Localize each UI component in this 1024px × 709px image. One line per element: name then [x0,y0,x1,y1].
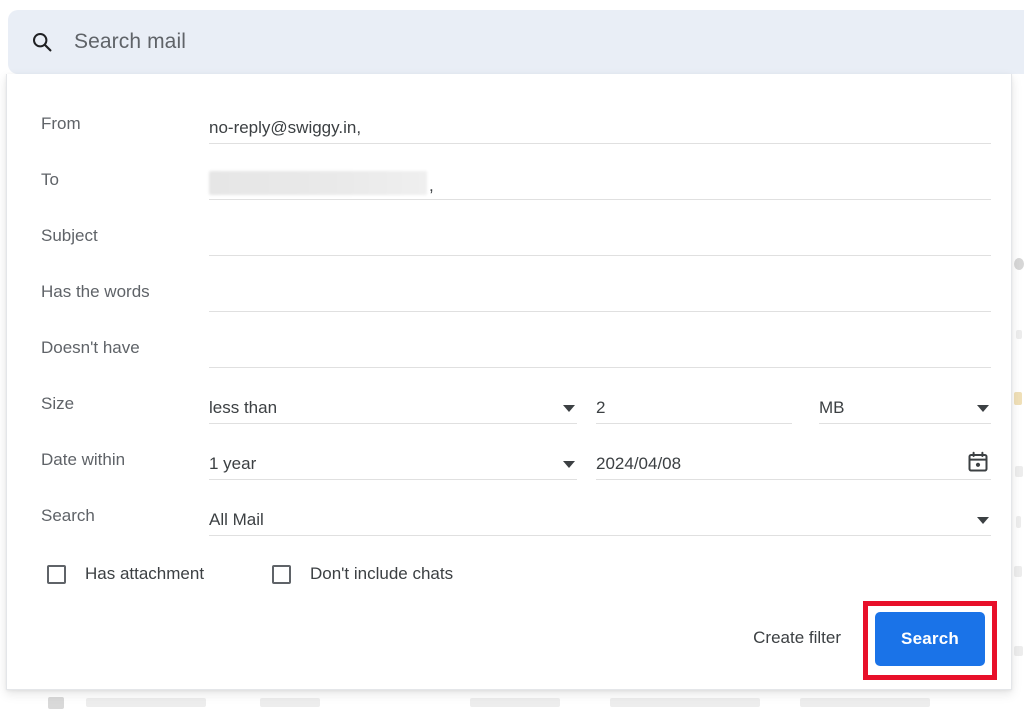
field-label-has-the-words: Has the words [41,282,150,301]
field-row-doesnt-have: Doesn't have [7,320,1011,376]
field-row-subject: Subject [7,208,1011,264]
field-label-doesnt-have: Doesn't have [41,338,140,357]
from-input[interactable]: no-reply@swiggy.in, [209,110,991,144]
advanced-search-dialog: From no-reply@swiggy.in, To , Subject Ha… [6,74,1012,690]
calendar-icon[interactable] [967,451,989,473]
date-range-value: 1 year [209,454,257,473]
chevron-down-icon [563,405,575,412]
redacted-recipient-block [209,171,427,195]
bg-chip [610,698,760,707]
size-operator-select[interactable]: less than [209,390,577,424]
bg-chip [1014,392,1022,405]
date-value-input[interactable]: 2024/04/08 [596,446,991,480]
search-input-placeholder[interactable]: Search mail [74,30,186,54]
chevron-down-icon [563,461,575,468]
bg-chip [1016,330,1022,339]
has-attachment-checkbox[interactable]: Has attachment [47,564,204,584]
field-row-size: Size less than 2 MB [7,376,1011,432]
field-row-has-the-words: Has the words [7,264,1011,320]
dont-include-chats-checkbox[interactable]: Don't include chats [272,564,453,584]
has-attachment-label: Has attachment [85,564,205,583]
bg-chip [1014,646,1023,656]
size-amount-input[interactable]: 2 [596,390,792,424]
field-label-subject: Subject [41,226,98,245]
size-unit-select[interactable]: MB [819,390,991,424]
bg-chip [48,697,64,709]
checkbox-box[interactable] [47,564,66,584]
search-mail-bar[interactable]: Search mail [8,10,1024,74]
field-label-to: To [41,170,59,189]
field-row-to: To , [7,152,1011,208]
has-the-words-input[interactable] [209,278,991,312]
search-scope-value: All Mail [209,510,264,529]
to-input-trailing-comma: , [429,176,434,195]
bg-chip [1016,516,1021,528]
field-row-from: From no-reply@swiggy.in, [7,96,1011,152]
size-unit-value: MB [819,398,845,417]
size-amount-value: 2 [596,398,606,417]
checkbox-box[interactable] [272,564,291,584]
field-row-search-scope: Search All Mail [7,488,1011,544]
bg-chip [1014,566,1022,577]
bg-chip [260,698,320,707]
search-icon [30,30,54,54]
bg-chip [470,698,560,707]
date-range-select[interactable]: 1 year [209,446,577,480]
dont-include-chats-label: Don't include chats [310,564,454,583]
bg-chip [1015,466,1023,477]
field-label-date-within: Date within [41,450,126,469]
bg-chip [1014,258,1024,270]
date-value: 2024/04/08 [596,454,682,473]
field-label-from: From [41,114,81,133]
field-row-date-within: Date within 1 year 2024/04/08 [7,432,1011,488]
doesnt-have-input[interactable] [209,334,991,368]
bg-chip [800,698,930,707]
chevron-down-icon [977,517,989,524]
field-label-search-scope: Search [41,506,95,525]
bg-chip [86,698,206,707]
checkbox-row: Has attachment Don't include chats [7,552,1011,604]
search-submit-button[interactable]: Search [875,612,985,666]
create-filter-button[interactable]: Create filter [753,628,841,648]
size-operator-value: less than [209,398,278,417]
from-input-value: no-reply@swiggy.in, [209,118,362,137]
field-label-size: Size [41,394,75,413]
subject-input[interactable] [209,222,991,256]
chevron-down-icon [977,405,989,412]
to-input[interactable]: , [209,166,991,200]
search-scope-select[interactable]: All Mail [209,502,991,536]
